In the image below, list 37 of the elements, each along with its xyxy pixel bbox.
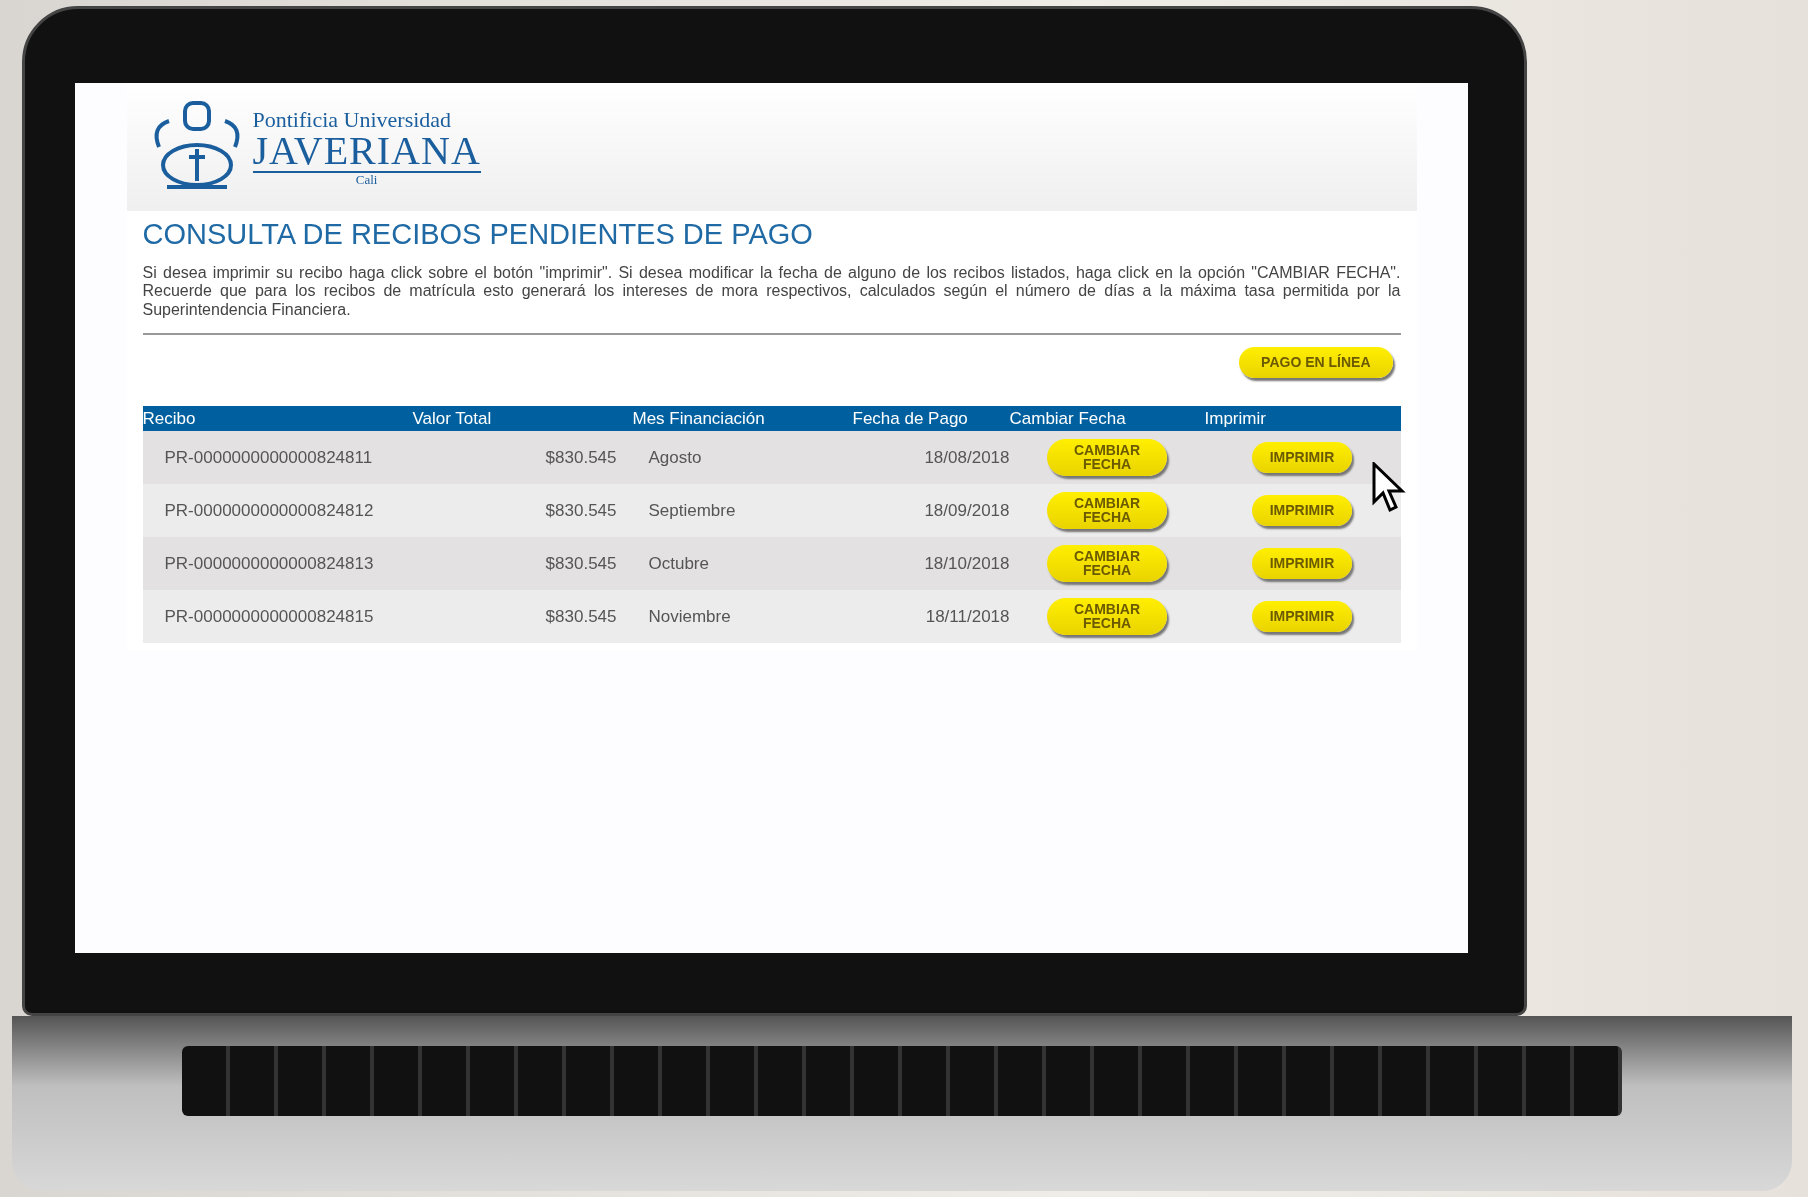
payment-date: 18/08/2018 bbox=[924, 447, 1010, 467]
column-header: Imprimir bbox=[1204, 408, 1266, 428]
mouse-pointer-icon bbox=[1372, 462, 1406, 514]
print-button[interactable]: IMPRIMIR bbox=[1251, 548, 1353, 579]
receipt-number: PR-0000000000000824812 bbox=[163, 499, 375, 522]
payment-date: 18/10/2018 bbox=[924, 553, 1010, 573]
change-date-button[interactable]: CAMBIAR FECHA bbox=[1047, 438, 1167, 476]
instructions-text: Si desea imprimir su recibo haga click sobre el botón "imprimir". Si desea modificar la fecha de alguno de los recibos listados, haga click en la opción "CAMBIAR FECHA". Recuerde que para los recibos de matrícula esto generará los intereses de mora respectivos, calculados según el número de días a la máxima tasa permitida por la Superintendencia Financiera. bbox=[142, 263, 1401, 319]
print-button[interactable]: IMPRIMIR bbox=[1251, 601, 1353, 632]
column-header: Recibo bbox=[142, 408, 196, 428]
change-date-button[interactable]: CAMBIAR FECHA bbox=[1047, 544, 1167, 582]
change-date-button[interactable]: CAMBIAR FECHA bbox=[1047, 491, 1167, 529]
receipt-number: PR-0000000000000824811 bbox=[163, 446, 374, 469]
print-button[interactable]: IMPRIMIR bbox=[1251, 442, 1353, 473]
change-date-button[interactable]: CAMBIAR FECHA bbox=[1047, 597, 1167, 635]
month: Octubre bbox=[648, 553, 709, 573]
payment-date: 18/11/2018 bbox=[925, 606, 1010, 626]
month: Septiembre bbox=[648, 500, 736, 520]
payment-date: 18/09/2018 bbox=[924, 500, 1010, 520]
receipt-number: PR-0000000000000824815 bbox=[163, 605, 375, 628]
column-header: Valor Total bbox=[412, 408, 492, 428]
university-name: JAVERIANA bbox=[252, 130, 481, 171]
receipt-number: PR-0000000000000824813 bbox=[163, 552, 375, 575]
column-header: Mes Financiación bbox=[632, 408, 765, 428]
campus-name: Cali bbox=[252, 170, 481, 186]
amount: $830.545 bbox=[545, 553, 617, 573]
month: Agosto bbox=[648, 447, 702, 467]
month: Noviembre bbox=[648, 606, 731, 626]
university-name: Pontificia Universidad bbox=[252, 108, 452, 131]
column-header: Fecha de Pago bbox=[852, 408, 968, 428]
column-header: Cambiar Fecha bbox=[1009, 408, 1126, 428]
online-payment-button[interactable]: PAGO EN LÍNEA bbox=[1239, 346, 1393, 378]
amount: $830.545 bbox=[545, 500, 617, 520]
amount: $830.545 bbox=[545, 447, 617, 467]
amount: $830.545 bbox=[545, 606, 617, 626]
print-button[interactable]: IMPRIMIR bbox=[1251, 495, 1353, 526]
page-title: CONSULTA DE RECIBOS PENDIENTES DE PAGO bbox=[142, 217, 814, 252]
